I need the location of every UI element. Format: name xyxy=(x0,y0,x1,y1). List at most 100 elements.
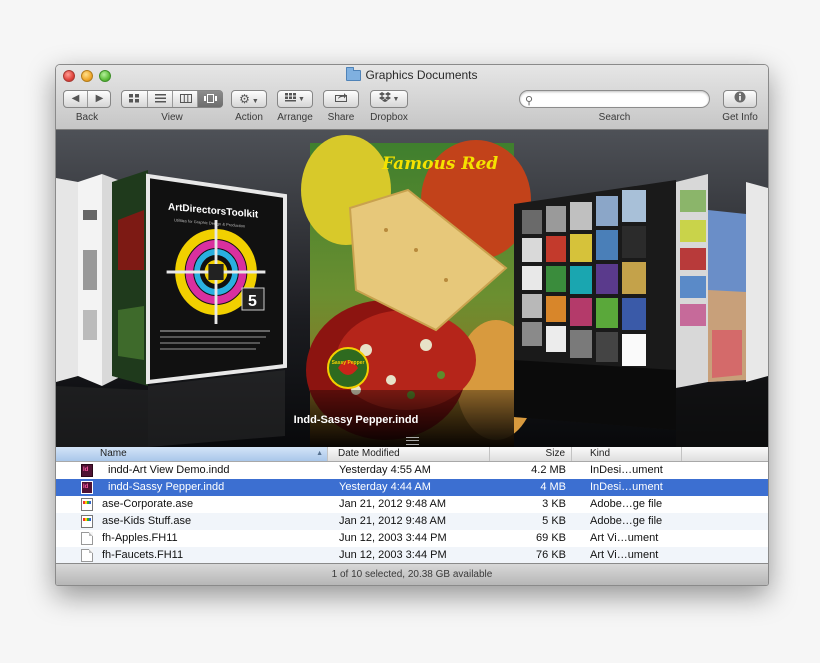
coverflow-resize-handle[interactable] xyxy=(406,437,419,445)
coverflow-reflection-left xyxy=(56,386,148,447)
file-size: 69 KB xyxy=(536,532,566,544)
indesign-file-icon xyxy=(81,464,93,477)
back-forward-control: ◀ ▶ xyxy=(63,90,111,108)
file-date: Jun 12, 2003 3:44 PM xyxy=(339,549,447,561)
share-icon xyxy=(335,93,347,102)
file-date: Jan 21, 2012 9:48 AM xyxy=(339,498,447,510)
file-kind: InDesi…ument xyxy=(590,481,663,493)
column-view-button[interactable] xyxy=(172,91,198,107)
forward-button[interactable]: ▶ xyxy=(87,91,111,107)
back-button[interactable]: ◀ xyxy=(64,91,87,107)
arrange-label: Arrange xyxy=(277,112,313,123)
toolbar: Graphics Documents ◀ ▶ Back View ⚙ ▼ Act… xyxy=(56,65,768,130)
table-row-selected[interactable]: indd-Sassy Pepper.indd Yesterday 4:44 AM… xyxy=(56,479,768,496)
get-info-label: Get Info xyxy=(722,112,758,123)
document-file-icon xyxy=(81,549,93,562)
search-field[interactable]: ⚲ xyxy=(519,90,710,108)
file-name: fh-Apples.FH11 xyxy=(102,532,178,544)
file-name: indd-Art View Demo.indd xyxy=(108,464,230,476)
column-header-kind-label: Kind xyxy=(590,448,611,459)
dropbox-icon xyxy=(378,92,391,102)
file-name: indd-Sassy Pepper.indd xyxy=(108,481,225,493)
file-kind: Adobe…ge file xyxy=(590,498,663,510)
file-name: ase-Corporate.ase xyxy=(102,498,194,510)
file-date: Yesterday 4:55 AM xyxy=(339,464,431,476)
back-label: Back xyxy=(75,112,99,123)
dropbox-label: Dropbox xyxy=(370,112,408,123)
toolkit-version-badge: 5 xyxy=(248,293,257,310)
file-kind: Art Vi…ument xyxy=(590,549,659,561)
table-row[interactable]: fh-Faucets.FH11 Jun 12, 2003 3:44 PM 76 … xyxy=(56,547,768,564)
chevron-down-icon: ▼ xyxy=(249,98,259,105)
file-date: Yesterday 4:44 AM xyxy=(339,481,431,493)
status-bar: 1 of 10 selected, 20.38 GB available xyxy=(56,563,768,585)
coverflow-card-right-stack xyxy=(676,174,768,447)
file-size: 4.2 MB xyxy=(531,464,566,476)
view-label: View xyxy=(161,112,183,123)
coverflow-card-swatches xyxy=(514,180,676,430)
chevron-right-icon: ▶ xyxy=(95,93,104,104)
window-title: Graphics Documents xyxy=(56,67,768,82)
coverflow-caption: Indd-Sassy Pepper.indd xyxy=(293,414,419,426)
column-header-kind[interactable]: Kind xyxy=(572,447,682,461)
file-size: 76 KB xyxy=(536,549,566,561)
coverflow-card-art-directors-toolkit: ArtDirectorsToolkit Utilities for Graphi… xyxy=(146,173,287,447)
coverflow-card-left-green xyxy=(112,170,148,386)
swatch-file-icon xyxy=(81,515,93,528)
window-title-text: Graphics Documents xyxy=(365,68,478,82)
share-label: Share xyxy=(327,112,355,123)
swatch-file-icon xyxy=(81,498,93,511)
cover-title-famous-red: Famous Red xyxy=(381,154,498,174)
get-info-button[interactable] xyxy=(723,90,757,108)
chevron-down-icon: ▼ xyxy=(390,96,400,103)
file-name: ase-Kids Stuff.ase xyxy=(102,515,192,527)
column-header-size-label: Size xyxy=(545,448,565,459)
search-input[interactable] xyxy=(538,91,698,106)
dropbox-button[interactable]: ▼ xyxy=(370,90,408,108)
share-button[interactable] xyxy=(323,90,359,108)
table-row[interactable]: ase-Corporate.ase Jan 21, 2012 9:48 AM 3… xyxy=(56,496,768,513)
file-date: Jun 12, 2003 3:44 PM xyxy=(339,532,447,544)
list-view-button[interactable] xyxy=(147,91,173,107)
chevron-down-icon: ▼ xyxy=(296,96,305,103)
column-view-icon xyxy=(179,94,192,103)
file-size: 5 KB xyxy=(542,515,566,527)
file-size: 4 MB xyxy=(540,481,566,493)
file-list: indd-Art View Demo.indd Yesterday 4:55 A… xyxy=(56,462,768,564)
column-header-name[interactable]: Name ▲ xyxy=(56,447,328,461)
document-file-icon xyxy=(81,532,93,545)
file-name: fh-Faucets.FH11 xyxy=(102,549,184,561)
coverflow-stage: ArtDirectorsToolkit Utilities for Graphi… xyxy=(56,135,768,447)
view-control xyxy=(121,90,223,108)
coverflow-view-icon xyxy=(204,94,217,103)
file-size: 3 KB xyxy=(542,498,566,510)
chevron-left-icon: ◀ xyxy=(71,93,80,104)
table-row[interactable]: fh-Apples.FH11 Jun 12, 2003 3:44 PM 69 K… xyxy=(56,530,768,547)
action-label: Action xyxy=(235,112,263,123)
icon-view-button[interactable] xyxy=(122,91,147,107)
coverflow-view[interactable]: ArtDirectorsToolkit Utilities for Graphi… xyxy=(56,130,768,447)
list-header: Name ▲ Date Modified Size Kind xyxy=(56,447,768,462)
action-button[interactable]: ⚙ ▼ xyxy=(231,90,267,108)
column-header-size[interactable]: Size xyxy=(490,447,572,461)
file-kind: Art Vi…ument xyxy=(590,532,659,544)
file-date: Jan 21, 2012 9:48 AM xyxy=(339,515,447,527)
file-kind: Adobe…ge file xyxy=(590,515,663,527)
coverflow-card-left-far xyxy=(56,174,118,386)
indesign-file-icon xyxy=(81,481,93,494)
table-row[interactable]: ase-Kids Stuff.ase Jan 21, 2012 9:48 AM … xyxy=(56,513,768,530)
folder-icon xyxy=(346,67,362,81)
search-label: Search xyxy=(598,112,631,123)
gear-icon: ⚙ xyxy=(239,92,250,106)
table-row[interactable]: indd-Art View Demo.indd Yesterday 4:55 A… xyxy=(56,462,768,479)
coverflow-card-sassy-pepper[interactable]: Famous Red Sassy Pepper xyxy=(301,135,536,447)
column-header-name-label: Name xyxy=(100,448,127,459)
list-view-icon xyxy=(155,94,166,103)
coverflow-view-button[interactable] xyxy=(197,91,223,107)
arrange-button[interactable]: ▼ xyxy=(277,90,313,108)
search-icon: ⚲ xyxy=(525,95,534,107)
sort-ascending-icon: ▲ xyxy=(316,450,323,457)
sassy-pepper-badge-text: Sassy Pepper xyxy=(332,360,365,366)
column-header-date-modified[interactable]: Date Modified xyxy=(328,447,490,461)
icon-view-icon xyxy=(129,94,139,103)
